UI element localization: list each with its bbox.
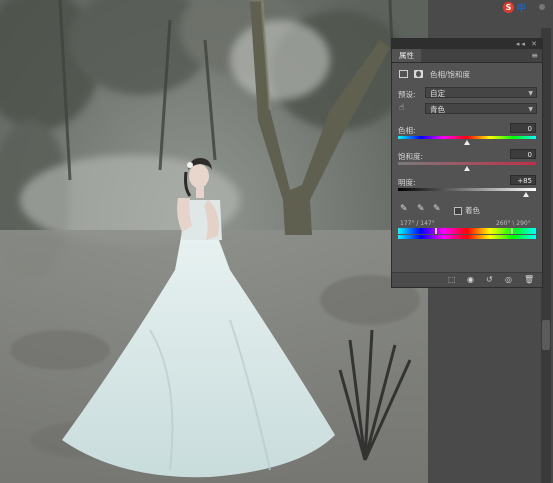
scrollbar-thumb[interactable] [542,320,550,350]
hue-slider-thumb[interactable] [464,140,470,145]
panel-bottom-toolbar: ⬚ ◉ ↺ ◎ 🗑 [392,272,542,287]
saturation-label: 饱和度: [398,152,424,161]
target-adjust-hand-icon[interactable]: ☝ [399,103,404,113]
panel-window-controls[interactable]: ◂◂ ✕ [516,39,539,49]
chevron-down-icon: ▼ [528,106,533,113]
lightness-value-field[interactable]: +85 [510,175,536,185]
saturation-value-field[interactable]: 0 [510,149,536,159]
view-previous-icon[interactable]: ◉ [467,275,474,285]
preset-value: 自定 [430,89,445,98]
color-range-bar-bottom [398,235,536,239]
color-range-bar-top[interactable] [398,228,536,234]
hue-label: 色相: [398,126,416,135]
saturation-slider-track[interactable] [398,162,536,165]
range-marker-right[interactable] [511,228,513,234]
preset-label: 预设: [398,90,416,99]
trash-icon[interactable]: 🗑 [524,275,534,285]
colorize-label: 着色 [465,206,480,215]
range-right-label: 260° \ 290° [496,220,531,227]
hue-saturation-icon[interactable] [399,70,408,78]
range-left-label: 177° / 147° [400,220,435,227]
ime-language-label[interactable]: 中 [517,1,526,14]
saturation-slider-thumb[interactable] [464,166,470,171]
hue-slider-track[interactable] [398,136,536,139]
eyedropper-plus-icon[interactable]: ✎ [417,204,425,214]
colorize-checkbox[interactable] [454,207,462,215]
eyedropper-icon[interactable]: ✎ [400,204,408,214]
moon-icon[interactable]: ☾ [529,3,536,12]
dot-icon[interactable] [539,4,546,10]
sogou-logo-icon[interactable]: S [503,1,514,13]
preset-dropdown[interactable]: 自定 ▼ [425,87,537,98]
lightness-label: 明度: [398,178,416,187]
channel-dropdown[interactable]: 青色 ▼ [425,103,537,114]
clip-to-layer-icon[interactable]: ⬚ [448,275,456,285]
layer-mask-icon[interactable] [414,70,423,78]
lightness-slider-thumb[interactable] [522,192,529,197]
ime-indicator[interactable]: S 中 ☾ [503,0,553,14]
chevron-down-icon: ▼ [528,90,533,97]
panel-tab-row: 属性 ≡ [392,49,542,63]
visibility-eye-icon[interactable]: ◎ [505,275,512,285]
properties-panel: ◂◂ ✕ 属性 ≡ 色相/饱和度 预设: 自定 ▼ ☝ 青色 ▼ 色相: 0 饱… [391,38,543,288]
hue-value-field[interactable]: 0 [510,123,536,133]
range-marker-left[interactable] [435,228,437,234]
adjustment-name: 色相/饱和度 [430,70,471,79]
panel-menu-icon[interactable]: ≡ [531,49,538,62]
tab-properties[interactable]: 属性 [392,49,421,62]
adjustment-header: 色相/饱和度 [392,67,542,81]
eyedropper-minus-icon[interactable]: ✎ [433,204,441,214]
reset-icon[interactable]: ↺ [486,275,493,285]
panel-titlebar[interactable]: ◂◂ ✕ [392,39,542,49]
lightness-slider-track[interactable] [398,188,536,191]
channel-value: 青色 [430,105,445,114]
